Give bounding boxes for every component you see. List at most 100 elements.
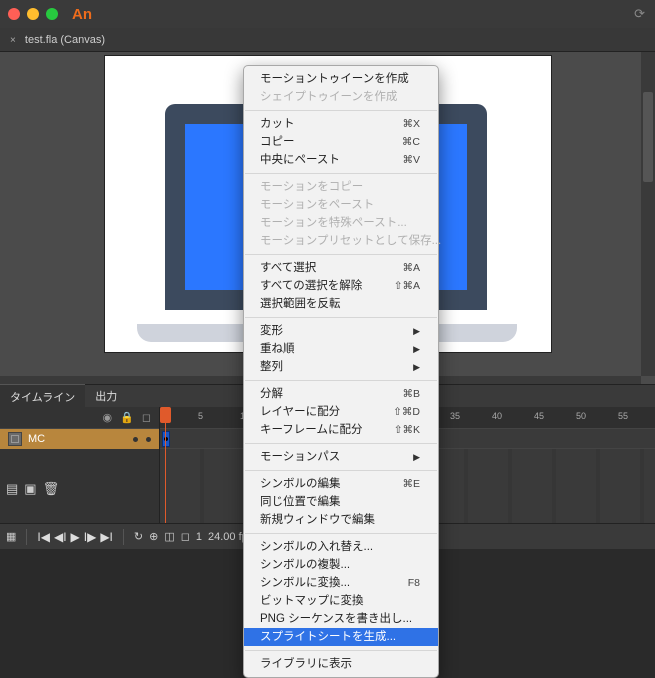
layer-row-mc[interactable]: MC: [0, 429, 159, 449]
layer-controls: ▤ ▣ 🗑: [6, 481, 59, 497]
submenu-arrow-icon: ▶: [413, 360, 420, 374]
window-close-button[interactable]: [8, 8, 20, 20]
menu-item[interactable]: 同じ位置で編集: [244, 493, 438, 511]
submenu-arrow-icon: ▶: [413, 342, 420, 356]
menu-item-label: PNG シーケンスを書き出し...: [260, 612, 412, 626]
loop-icon[interactable]: ↻: [134, 530, 143, 543]
ruler-mark: 45: [534, 411, 544, 421]
outline-icon[interactable]: ◻: [142, 411, 151, 424]
play-button[interactable]: ▶: [71, 530, 80, 544]
menu-separator: [245, 650, 437, 651]
step-forward-button[interactable]: I▶: [84, 530, 97, 544]
window-minimize-button[interactable]: [27, 8, 39, 20]
close-icon[interactable]: ×: [10, 35, 16, 46]
menu-item[interactable]: レイヤーに配分⇧⌘D: [244, 403, 438, 421]
marker-icon[interactable]: ◻: [181, 530, 190, 543]
vertical-scrollbar[interactable]: [641, 52, 655, 376]
menu-item-label: シンボルに変換...: [260, 576, 350, 590]
ruler-mark: 5: [198, 411, 203, 421]
menu-item[interactable]: 分解⌘B: [244, 385, 438, 403]
ruler-mark: 35: [450, 411, 460, 421]
layer-toggles[interactable]: [133, 437, 151, 442]
menu-item[interactable]: カット⌘X: [244, 115, 438, 133]
menu-item[interactable]: シンボルに変換...F8: [244, 574, 438, 592]
menu-separator: [245, 443, 437, 444]
window-maximize-button[interactable]: [46, 8, 58, 20]
menu-item[interactable]: モーショントゥイーンを作成: [244, 70, 438, 88]
scrollbar-thumb[interactable]: [643, 92, 653, 182]
menu-item-label: 重ね順: [260, 342, 295, 356]
menu-item[interactable]: シンボルの入れ替え...: [244, 538, 438, 556]
menu-item[interactable]: 中央にペースト⌘V: [244, 151, 438, 169]
goto-first-button[interactable]: I◀: [37, 530, 50, 544]
title-bar: An ⟳: [0, 0, 655, 28]
menu-item-shortcut: ⌘B: [402, 387, 420, 401]
menu-item[interactable]: 新規ウィンドウで編集: [244, 511, 438, 529]
menu-item[interactable]: 重ね順 ▶: [244, 340, 438, 358]
delete-layer-button[interactable]: 🗑: [43, 481, 60, 497]
visibility-icon[interactable]: ◉: [103, 411, 113, 424]
menu-item[interactable]: すべて選択 ⌘A: [244, 259, 438, 277]
menu-item[interactable]: シンボルの編集 ⌘E: [244, 475, 438, 493]
add-layer-button[interactable]: ▤: [6, 481, 18, 497]
menu-item[interactable]: PNG シーケンスを書き出し...: [244, 610, 438, 628]
menu-item: モーションをペースト: [244, 196, 438, 214]
onion-skin-icon[interactable]: ▦: [6, 530, 16, 543]
menu-item-label: シンボルの複製...: [260, 558, 350, 572]
menu-item[interactable]: すべての選択を解除 ⇧⌘A: [244, 277, 438, 295]
current-frame: 1: [196, 531, 202, 543]
menu-item-label: カット: [260, 117, 295, 131]
menu-item-label: モーションを特殊ペースト...: [260, 216, 407, 230]
goto-last-button[interactable]: ▶I: [100, 530, 113, 544]
menu-item[interactable]: ビットマップに変換: [244, 592, 438, 610]
menu-item-label: モーションパス: [260, 450, 340, 464]
submenu-arrow-icon: ▶: [413, 450, 420, 464]
span-icon[interactable]: ◫: [164, 530, 174, 543]
menu-item[interactable]: 選択範囲を反転: [244, 295, 438, 313]
playhead-marker[interactable]: [160, 407, 171, 423]
menu-item[interactable]: シンボルの複製...: [244, 556, 438, 574]
menu-item-shortcut: ⌘E: [402, 477, 420, 491]
menu-item-label: すべての選択を解除: [260, 279, 362, 293]
menu-item-shortcut: ⌘C: [402, 135, 420, 149]
menu-item[interactable]: ライブラリに表示: [244, 655, 438, 673]
menu-separator: [245, 380, 437, 381]
lock-icon[interactable]: 🔒: [120, 411, 134, 424]
center-frame-icon[interactable]: ⊕: [149, 530, 158, 543]
menu-item[interactable]: スプライトシートを生成...: [244, 628, 438, 646]
ruler-mark: 50: [576, 411, 586, 421]
menu-item[interactable]: 変形▶: [244, 322, 438, 340]
keyframe[interactable]: [162, 431, 170, 447]
menu-separator: [245, 317, 437, 318]
document-tab[interactable]: × test.fla (Canvas): [0, 30, 123, 50]
tab-timeline[interactable]: タイムライン: [0, 384, 85, 409]
layer-header: ◉ 🔒 ◻: [0, 407, 159, 429]
sync-icon[interactable]: ⟳: [634, 6, 645, 22]
menu-item-shortcut: ⇧⌘K: [394, 423, 420, 437]
step-back-button[interactable]: ◀I: [54, 530, 67, 544]
tab-output[interactable]: 出力: [85, 384, 127, 408]
menu-item-shortcut: ⌘A: [402, 261, 420, 275]
add-folder-button[interactable]: ▣: [24, 481, 36, 497]
menu-item-shortcut: ⇧⌘A: [394, 279, 420, 293]
menu-separator: [245, 173, 437, 174]
menu-item[interactable]: 整列▶: [244, 358, 438, 376]
menu-item[interactable]: コピー ⌘C: [244, 133, 438, 151]
menu-item-label: モーションプリセットとして保存...: [260, 234, 441, 248]
app-logo: An: [72, 6, 92, 23]
document-tab-label: test.fla (Canvas): [25, 34, 105, 46]
menu-item[interactable]: モーションパス ▶: [244, 448, 438, 466]
menu-item-label: コピー: [260, 135, 295, 149]
menu-item-label: 変形: [260, 324, 283, 338]
menu-item-label: すべて選択: [260, 261, 316, 275]
menu-item[interactable]: キーフレームに配分 ⇧⌘K: [244, 421, 438, 439]
ruler-mark: 40: [492, 411, 502, 421]
menu-item-label: 選択範囲を反転: [260, 297, 341, 311]
menu-item-label: ビットマップに変換: [260, 594, 364, 608]
menu-item-label: キーフレームに配分: [260, 423, 362, 437]
menu-item-label: モーションをペースト: [260, 198, 374, 212]
playhead[interactable]: [165, 407, 166, 523]
menu-item-label: スプライトシートを生成...: [260, 630, 396, 644]
menu-item-label: シンボルの編集: [260, 477, 341, 491]
menu-item-label: ライブラリに表示: [260, 657, 352, 671]
